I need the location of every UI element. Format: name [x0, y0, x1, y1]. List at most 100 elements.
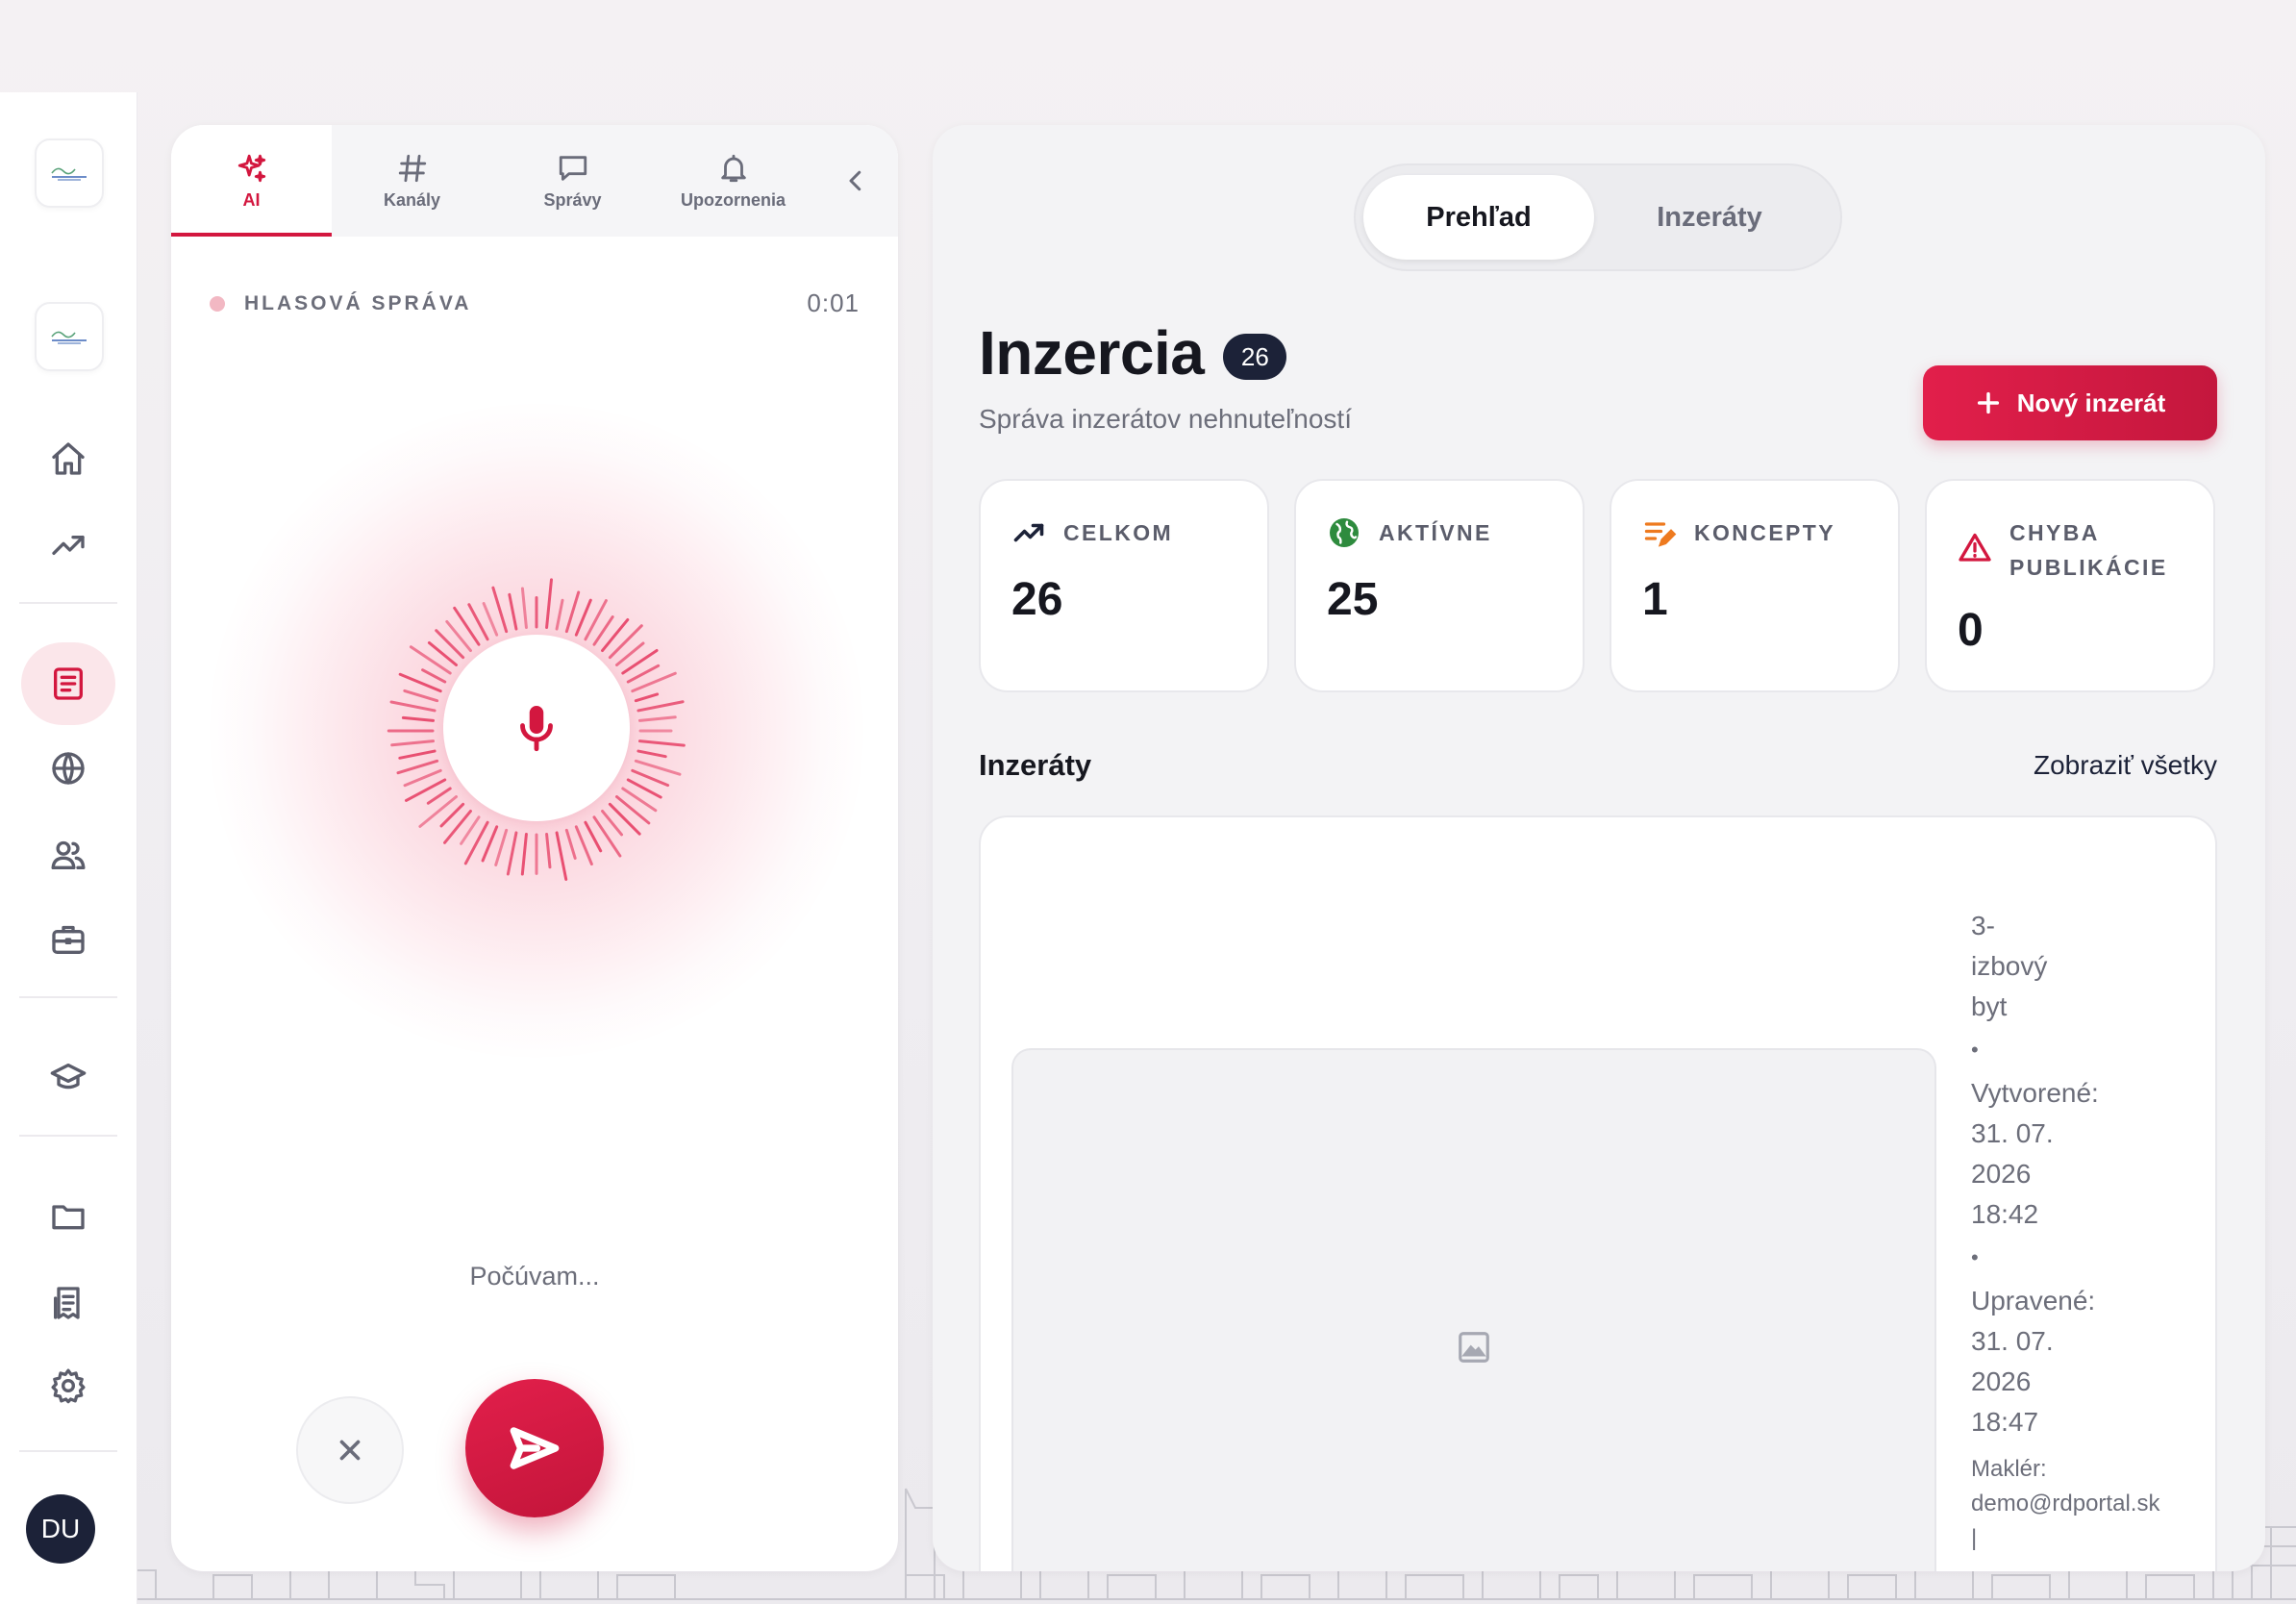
tab-label: Upozornenia	[680, 189, 786, 210]
microphone-button[interactable]	[443, 635, 630, 821]
nav-listings[interactable]	[21, 642, 115, 725]
waveform-ray	[403, 689, 439, 703]
brand-logo-icon	[51, 331, 87, 344]
user-avatar-button[interactable]: DU	[26, 1494, 95, 1564]
listings-main-panel: Prehľad Inzeráty Inzercia 26 Správa inze…	[933, 125, 2265, 1571]
nav-home[interactable]	[21, 417, 115, 500]
nav-portals[interactable]	[21, 727, 115, 810]
draft-edit-icon	[1644, 522, 1677, 547]
chevron-left-icon	[849, 170, 861, 191]
waveform-ray	[443, 809, 472, 844]
sparkles-icon	[237, 154, 265, 182]
stat-card-total[interactable]: CELKOM 26	[979, 479, 1269, 692]
listening-status: Počúvam...	[469, 1262, 600, 1291]
waveform-ray	[482, 602, 499, 637]
waveform-ray	[636, 749, 667, 759]
meta-separator: •	[1971, 1038, 1979, 1062]
show-all-link[interactable]: Zobraziť všetky	[2034, 750, 2217, 781]
waveform-ray	[614, 795, 651, 825]
trend-up-icon	[1013, 523, 1044, 542]
voice-message-header: HLASOVÁ SPRÁVA 0:01	[210, 288, 860, 318]
folder-icon	[52, 1205, 85, 1230]
new-listing-button[interactable]: Nový inzerát	[1923, 365, 2217, 440]
listing-count-badge: 26	[1223, 334, 1287, 380]
stat-label: CHYBA PUBLIKÁCIE	[2009, 520, 2168, 580]
waveform-ray	[564, 590, 581, 634]
voice-message-label: HLASOVÁ SPRÁVA	[244, 291, 472, 314]
tab-label: AI	[242, 189, 261, 210]
tab-messages[interactable]: Správy	[492, 125, 653, 237]
tab-label: Správy	[543, 189, 602, 210]
tab-ai[interactable]: AI	[171, 125, 332, 237]
segment-overview[interactable]: Prehľad	[1363, 175, 1594, 260]
waveform-ray	[555, 831, 568, 881]
page-header: Inzercia 26	[979, 317, 1287, 388]
users-icon	[51, 840, 86, 869]
assistant-panel: AI Kanály Správy Upozornenia HLASOVÁ SPR…	[171, 125, 898, 1571]
waveform-ray	[631, 768, 670, 788]
section-title: Inzeráty	[979, 748, 1092, 782]
cancel-recording-button[interactable]	[296, 1396, 404, 1504]
nav-settings[interactable]	[21, 1344, 115, 1427]
image-placeholder-icon	[1459, 1332, 1489, 1363]
assistant-tabs: AI Kanály Správy Upozornenia	[171, 125, 898, 237]
waveform-ray	[520, 832, 528, 876]
waveform-ray	[398, 749, 437, 760]
nav-files[interactable]	[21, 1175, 115, 1258]
stat-card-active[interactable]: AKTÍVNE 25	[1294, 479, 1585, 692]
settings-icon	[51, 1368, 86, 1404]
listing-updated: Upravené: 31. 07. 2026 18:47	[1971, 1286, 2096, 1437]
receipt-icon	[54, 1287, 80, 1319]
waveform-ray	[592, 815, 622, 858]
waveform-ray	[608, 624, 643, 660]
waveform-ray	[421, 668, 447, 684]
page-subtitle: Správa inzerátov nehnuteľností	[979, 404, 1352, 434]
tab-channels[interactable]: Kanály	[332, 125, 492, 237]
recording-timer: 0:01	[807, 288, 860, 317]
close-icon	[339, 1440, 361, 1461]
workspace-logo-button[interactable]	[35, 138, 104, 208]
nav-academy[interactable]	[21, 1037, 115, 1119]
listing-agent: Maklér: demo@rdportal.sk |	[1971, 1456, 2160, 1551]
waveform-ray	[508, 592, 518, 631]
secondary-workspace-logo-button[interactable]	[35, 302, 104, 371]
stat-label: CELKOM	[1063, 520, 1174, 545]
waveform-ray	[636, 700, 685, 713]
stat-card-publish-errors[interactable]: CHYBA PUBLIKÁCIE 0	[1925, 479, 2215, 692]
waveform-ray	[545, 832, 552, 869]
waveform-ray	[403, 768, 442, 788]
waveform-ray	[418, 795, 459, 828]
waveform-ray	[608, 802, 641, 836]
stat-label: AKTÍVNE	[1379, 520, 1492, 545]
listing-card[interactable]: 3- izbový byt • Vytvorené: 31. 07. 2026 …	[979, 815, 2217, 1571]
waveform-ray	[409, 645, 452, 675]
waveform-ray	[390, 739, 436, 747]
waveform-ray	[494, 828, 509, 866]
waveform-ray	[634, 692, 660, 703]
nav-contacts[interactable]	[21, 814, 115, 896]
nav-analytics[interactable]	[21, 504, 115, 587]
stat-value: 26	[1011, 574, 1063, 625]
stat-card-drafts[interactable]: KONCEPTY 1	[1610, 479, 1900, 692]
collapse-panel-button[interactable]	[813, 125, 898, 237]
listing-thumbnail	[1011, 1048, 1936, 1571]
meta-separator: •	[1971, 1245, 1979, 1269]
waveform-ray	[401, 715, 436, 722]
bell-icon	[720, 154, 746, 182]
send-voice-message-button[interactable]	[465, 1379, 604, 1517]
plus-icon	[1977, 391, 1999, 414]
stat-label: KONCEPTY	[1694, 520, 1835, 545]
waveform-ray	[637, 739, 686, 747]
waveform-ray	[634, 759, 682, 776]
listing-created: Vytvorené: 31. 07. 2026 18:42	[1971, 1078, 2099, 1229]
stat-value: 1	[1642, 574, 1668, 625]
waveform-ray	[584, 820, 603, 853]
waveform-ray	[555, 598, 564, 631]
nav-invoices[interactable]	[21, 1262, 115, 1344]
nav-business[interactable]	[21, 898, 115, 981]
segment-listings[interactable]: Inzeráty	[1594, 175, 1825, 260]
waveform-ray	[389, 700, 437, 713]
warning-icon	[1959, 533, 1991, 562]
tab-notifications[interactable]: Upozornenia	[653, 125, 813, 237]
graduation-cap-icon	[50, 1064, 87, 1090]
